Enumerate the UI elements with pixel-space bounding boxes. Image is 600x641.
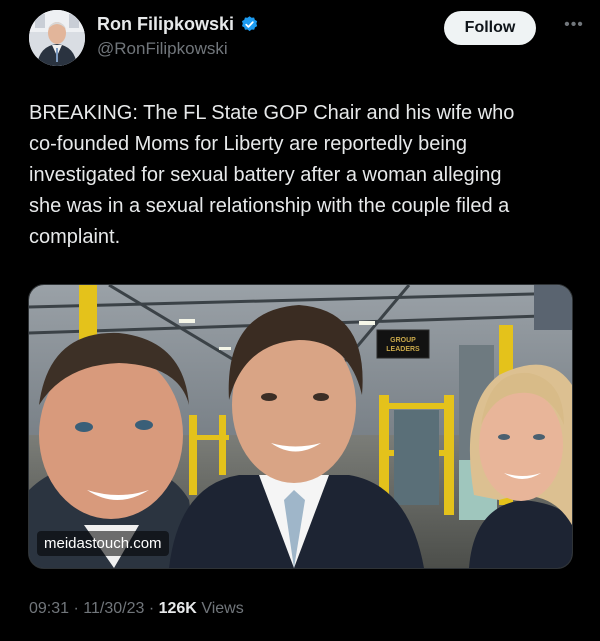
author-handle[interactable]: @RonFilipkowski (97, 39, 259, 59)
tweet-date[interactable]: 11/30/23 (83, 600, 144, 617)
display-name[interactable]: Ron Filipkowski (97, 14, 234, 35)
tweet-time[interactable]: 09:31 (29, 600, 69, 617)
follow-button[interactable]: Follow (444, 11, 536, 45)
tweet-media-photo[interactable]: GROUP LEADERS meidastouch.com (28, 284, 573, 569)
verified-badge-icon (240, 15, 259, 34)
avatar[interactable] (29, 10, 85, 66)
tweet-text: BREAKING: The FL State GOP Chair and his… (29, 102, 515, 248)
tweet-header: Ron Filipkowski @RonFilipkowski Follow •… (29, 10, 586, 70)
meta-separator: · (148, 600, 155, 617)
avatar-image (29, 10, 85, 66)
photo-image: GROUP LEADERS (29, 285, 572, 568)
sign-line2: LEADERS (386, 346, 420, 353)
views-count: 126K (158, 600, 197, 617)
sign-line1: GROUP (390, 337, 416, 344)
views-label: Views (201, 600, 244, 617)
more-icon[interactable]: ••• (562, 17, 586, 34)
tweet-meta: 09:31 · 11/30/23 · 126K Views (29, 600, 244, 618)
watermark-label: meidastouch.com (37, 531, 169, 556)
meta-separator: · (73, 600, 79, 617)
display-name-row: Ron Filipkowski (97, 14, 259, 35)
author-names: Ron Filipkowski @RonFilipkowski (97, 14, 259, 59)
